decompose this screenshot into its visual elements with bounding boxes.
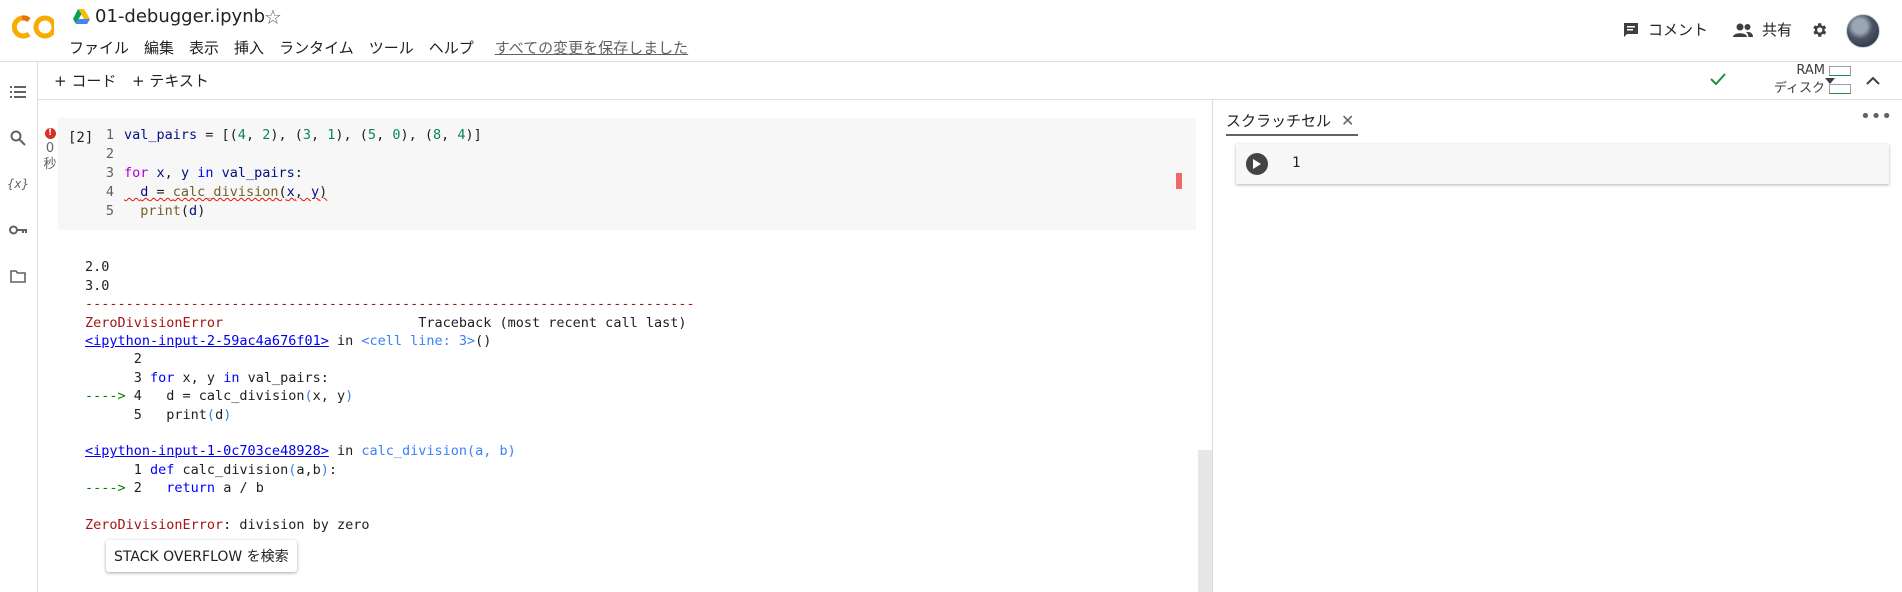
resource-monitor[interactable]: RAM ディスク xyxy=(1756,62,1851,98)
chevron-down-icon[interactable] xyxy=(1825,78,1835,84)
save-status-link[interactable]: すべての変更を保存しました xyxy=(495,37,688,58)
left-sidebar: {x} xyxy=(0,62,38,592)
error-message: : division by zero xyxy=(223,517,370,534)
people-icon xyxy=(1733,23,1753,37)
ram-label: RAM xyxy=(1796,63,1825,78)
more-options-icon[interactable]: ••• xyxy=(1860,106,1892,127)
execution-count[interactable]: [2] xyxy=(68,130,93,146)
gear-icon[interactable] xyxy=(1810,21,1828,39)
menu-edit[interactable]: 編集 xyxy=(144,37,174,58)
folder-icon[interactable] xyxy=(8,266,28,286)
play-icon xyxy=(1253,159,1261,169)
key-icon[interactable] xyxy=(8,220,28,240)
error-line-marker xyxy=(1176,173,1182,189)
frame2-function: calc_division xyxy=(361,443,468,460)
notebook-toolbar: + コード + テキスト RAM ディスク xyxy=(38,62,1902,100)
collapse-up-icon[interactable] xyxy=(1866,76,1880,85)
code-cell[interactable]: [2] 1 val_pairs = [(4, 2), (3, 1), (5, 0)… xyxy=(58,118,1196,230)
code-line: 1 val_pairs = [(4, 2), (3, 1), (5, 0), (8… xyxy=(105,127,482,143)
scratch-tab[interactable]: スクラッチセル ✕ xyxy=(1226,106,1359,136)
star-icon[interactable]: ☆ xyxy=(264,5,282,29)
notebook-area: ! 0 秒 [2] 1 val_pairs = [(4, 2), (3, 1), … xyxy=(38,100,1212,592)
menu-bar: ファイル 編集 表示 挿入 ランタイム ツール ヘルプ すべての変更を保存しまし… xyxy=(69,37,703,58)
scratch-code-cell[interactable]: 1 xyxy=(1236,144,1889,184)
traceback-header: Traceback (most recent call last) xyxy=(418,314,687,331)
output-line: 3.0 xyxy=(85,277,110,294)
table-of-contents-icon[interactable] xyxy=(8,82,28,102)
share-label: 共有 xyxy=(1762,21,1793,39)
error-name-final: ZeroDivisionError xyxy=(85,517,224,534)
menu-insert[interactable]: 挿入 xyxy=(234,37,264,58)
close-icon[interactable]: ✕ xyxy=(1341,111,1354,130)
notebook-title[interactable]: 01-debugger.ipynb xyxy=(95,6,265,27)
comment-button[interactable]: コメント xyxy=(1622,19,1708,40)
run-cell-button[interactable] xyxy=(1246,153,1268,175)
header: 01-debugger.ipynb ☆ ファイル 編集 表示 挿入 ランタイム … xyxy=(0,0,1902,62)
notebook-scrollbar[interactable] xyxy=(1198,450,1212,592)
google-drive-icon[interactable] xyxy=(73,9,90,24)
disk-label: ディスク xyxy=(1773,81,1825,96)
traceback-link-2[interactable]: <ipython-input-1-0c703ce48928> xyxy=(85,443,329,459)
variables-icon[interactable]: {x} xyxy=(7,174,29,194)
colab-logo[interactable] xyxy=(12,12,54,42)
menu-tools[interactable]: ツール xyxy=(369,37,414,58)
comment-icon xyxy=(1624,22,1638,37)
search-icon[interactable] xyxy=(8,128,28,148)
disk-bar xyxy=(1829,83,1851,94)
comment-label: コメント xyxy=(1648,21,1709,39)
share-button[interactable]: 共有 xyxy=(1732,19,1792,40)
ram-bar xyxy=(1829,65,1851,76)
traceback-link-1[interactable]: <ipython-input-2-59ac4a676f01> xyxy=(85,333,329,349)
connected-check-icon xyxy=(1710,73,1726,85)
output-line: 2.0 xyxy=(85,259,110,276)
add-code-button[interactable]: + コード xyxy=(54,70,116,91)
error-name: ZeroDivisionError xyxy=(85,314,224,331)
user-avatar[interactable] xyxy=(1846,14,1880,48)
code-line: 4 d = calc_division(x, y) xyxy=(105,184,328,200)
menu-runtime[interactable]: ランタイム xyxy=(279,37,354,58)
menu-view[interactable]: 表示 xyxy=(189,37,219,58)
code-line: 5 print(d) xyxy=(105,203,206,219)
frame1-location: <cell line: 3> xyxy=(361,333,476,350)
code-line: 3 for x, y in val_pairs: xyxy=(105,165,303,181)
code-line: 2 xyxy=(105,146,114,162)
add-text-button[interactable]: + テキスト xyxy=(132,70,209,91)
scratch-code[interactable]: 1 xyxy=(1292,155,1300,171)
code-editor[interactable]: 1 val_pairs = [(4, 2), (3, 1), (5, 0), (8… xyxy=(100,126,482,221)
menu-help[interactable]: ヘルプ xyxy=(429,37,474,58)
scratch-tab-label: スクラッチセル xyxy=(1226,111,1332,130)
traceback-divider: ----------------------------------------… xyxy=(85,296,695,313)
scratch-panel: スクラッチセル ✕ ••• 1 xyxy=(1213,100,1902,592)
error-icon: ! xyxy=(44,128,56,139)
search-stack-overflow-button[interactable]: STACK OVERFLOW を検索 xyxy=(106,540,297,572)
menu-file[interactable]: ファイル xyxy=(69,37,129,58)
cell-output: 2.0 3.0 --------------------------------… xyxy=(85,259,695,534)
